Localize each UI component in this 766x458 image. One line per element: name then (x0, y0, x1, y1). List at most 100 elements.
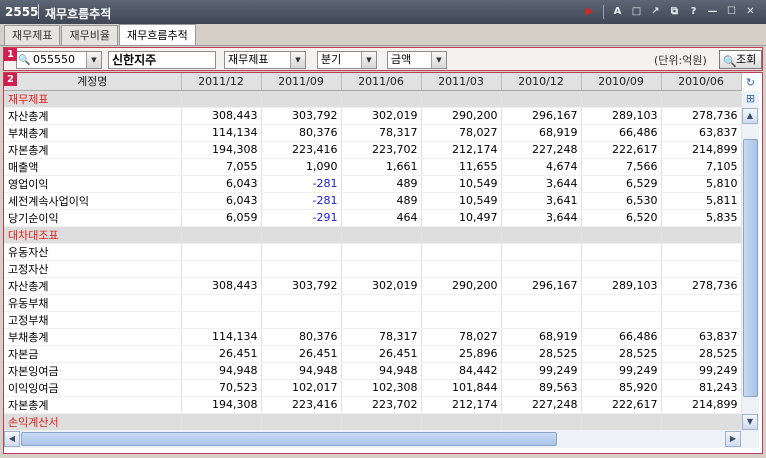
table-row[interactable]: 자본총계 194,308 223,416 223,702 212,174 227,248 2… (4, 396, 742, 414)
value-cell: 289,103 (581, 277, 662, 295)
stock-code-combo[interactable]: 🔍 055550 ▼ (16, 51, 102, 69)
table-row[interactable]: 고정자산 (4, 260, 742, 278)
account-name-cell: 이익잉여금 (4, 379, 182, 397)
export-icon[interactable]: ⊞ (744, 92, 757, 105)
table-row[interactable]: 자산총계 308,443 303,792 302,019 290,200 296,167 2… (4, 107, 742, 125)
value-cell: 70,523 (181, 379, 262, 397)
column-header[interactable]: 2011/03 (421, 73, 502, 91)
value-cell (181, 413, 262, 431)
value-cell: 78,317 (341, 328, 422, 346)
table-row[interactable]: 세전계속사업이익 6,043 -281 489 10,549 3,641 6,530 5,81… (4, 192, 742, 210)
column-header[interactable]: 2011/12 (181, 73, 262, 91)
tab-financial-ratios[interactable]: 재무비율 (61, 25, 118, 45)
value-cell: 28,525 (581, 345, 662, 363)
account-name-cell: 고정부채 (4, 311, 182, 329)
chevron-down-icon[interactable]: ▼ (431, 52, 446, 68)
table-row[interactable]: 영업이익 6,043 -281 489 10,549 3,644 6,529 5,810 (4, 175, 742, 193)
table-row[interactable]: 이익잉여금 70,523 102,017 102,308 101,844 89,563 85… (4, 379, 742, 397)
value-cell: 1,661 (341, 158, 422, 176)
table-header-row: 계정명 2011/12 2011/09 2011/06 2011/03 2010… (4, 73, 742, 91)
value-type-select[interactable]: 금액 ▼ (387, 51, 447, 69)
value-cell (661, 311, 742, 329)
statement-type-select[interactable]: 재무제표 ▼ (224, 51, 306, 69)
table-row[interactable]: 부채총계 114,134 80,376 78,317 78,027 68,919 66,48… (4, 328, 742, 346)
popout-icon[interactable]: ↗ (648, 4, 663, 19)
table-row[interactable]: 자본잉여금 94,948 94,948 94,948 84,442 99,249 99,24… (4, 362, 742, 380)
value-cell: 3,644 (501, 175, 582, 193)
account-name-cell: 세전계속사업이익 (4, 192, 182, 210)
account-name-cell: 재무제표 (4, 90, 182, 108)
table-row[interactable]: 자산총계 308,443 303,792 302,019 290,200 296,167 2… (4, 277, 742, 295)
table-section-row[interactable]: 재무제표 (4, 90, 742, 108)
value-cell: 223,702 (341, 396, 422, 414)
table-row[interactable]: 당기순이익 6,059 -291 464 10,497 3,644 6,520 5,835 (4, 209, 742, 227)
help-icon[interactable]: ? (686, 4, 701, 19)
value-cell (581, 90, 662, 108)
value-cell: 10,549 (421, 175, 502, 193)
chevron-down-icon[interactable]: ▼ (361, 52, 376, 68)
search-icon[interactable]: 🔍 (18, 53, 31, 66)
minimize-icon[interactable]: — (705, 4, 720, 19)
tab-financial-flow[interactable]: 재무흐름추적 (118, 24, 196, 46)
table-row[interactable]: 유동자산 (4, 243, 742, 261)
table-section-row[interactable]: 손익계산서 (4, 413, 742, 431)
value-cell (341, 90, 422, 108)
chevron-down-icon[interactable]: ▼ (290, 52, 305, 68)
table-row[interactable]: 유동부채 (4, 294, 742, 312)
value-cell (261, 311, 342, 329)
column-header[interactable]: 2010/09 (581, 73, 662, 91)
title-bar-icons: ▶ A □ ↗ ⧉ ? — ☐ ✕ (582, 4, 758, 19)
column-header[interactable]: 계정명 (4, 73, 182, 91)
value-cell: 489 (341, 175, 422, 193)
vertical-scroll-thumb[interactable] (743, 139, 758, 397)
value-cell (501, 413, 582, 431)
scrollbar-corner (742, 431, 759, 448)
scroll-left-button[interactable]: ◀ (4, 431, 20, 447)
value-cell (581, 243, 662, 261)
value-cell: 212,174 (421, 141, 502, 159)
scroll-up-button[interactable]: ▲ (742, 108, 758, 124)
scroll-right-button[interactable]: ▶ (725, 431, 741, 447)
value-cell: 66,486 (581, 124, 662, 142)
account-name-cell: 자본금 (4, 345, 182, 363)
value-cell: 3,641 (501, 192, 582, 210)
value-cell: 94,948 (261, 362, 342, 380)
table-section-row[interactable]: 대차대조표 (4, 226, 742, 244)
horizontal-scrollbar[interactable]: ◀ ▶ (4, 431, 742, 448)
value-cell: 6,043 (181, 175, 262, 193)
account-name-cell: 자산총계 (4, 107, 182, 125)
value-cell: 303,792 (261, 277, 342, 295)
font-icon[interactable]: A (610, 4, 625, 19)
maximize-icon[interactable]: ☐ (724, 4, 739, 19)
table-row[interactable]: 부채총계 114,134 80,376 78,317 78,027 68,919 66,48… (4, 124, 742, 142)
tab-financial-statements[interactable]: 재무제표 (4, 25, 61, 45)
value-cell (341, 260, 422, 278)
refresh-icon[interactable]: ↻ (744, 76, 757, 89)
scroll-down-button[interactable]: ▼ (742, 414, 758, 430)
column-header[interactable]: 2010/06 (661, 73, 742, 91)
value-cell: 114,134 (181, 328, 262, 346)
column-header[interactable]: 2011/06 (341, 73, 422, 91)
window-icon[interactable]: □ (629, 4, 644, 19)
table-row[interactable]: 자본총계 194,308 223,416 223,702 212,174 227,248 2… (4, 141, 742, 159)
value-cell: 308,443 (181, 107, 262, 125)
title-bar: 2555 재무흐름추적 ▶ A □ ↗ ⧉ ? — ☐ ✕ (0, 0, 766, 24)
value-cell: 6,529 (581, 175, 662, 193)
close-icon[interactable]: ✕ (743, 4, 758, 19)
column-header[interactable]: 2011/09 (261, 73, 342, 91)
period-select[interactable]: 분기 ▼ (317, 51, 377, 69)
column-header[interactable]: 2010/12 (501, 73, 582, 91)
play-icon[interactable]: ▶ (582, 4, 597, 19)
query-button[interactable]: 🔍 조회 (719, 50, 762, 69)
value-cell: 102,017 (261, 379, 342, 397)
chevron-down-icon[interactable]: ▼ (86, 52, 101, 68)
value-cell (501, 260, 582, 278)
table-row[interactable]: 매출액 7,055 1,090 1,661 11,655 4,674 7,566 7,105 (4, 158, 742, 176)
table-row[interactable]: 자본금 26,451 26,451 26,451 25,896 28,525 28,525 2… (4, 345, 742, 363)
value-cell (181, 311, 262, 329)
vertical-scrollbar[interactable]: ↻ ⊞ ▲ ▼ (742, 76, 759, 431)
stock-name-field[interactable]: 신한지주 (108, 51, 216, 69)
restore-icon[interactable]: ⧉ (667, 4, 682, 19)
horizontal-scroll-thumb[interactable] (21, 432, 557, 446)
table-row[interactable]: 고정부채 (4, 311, 742, 329)
